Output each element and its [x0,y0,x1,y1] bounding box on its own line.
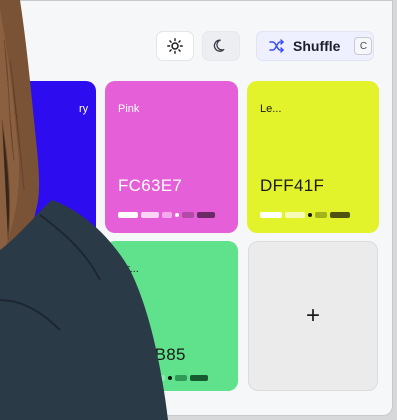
swatch-hex[interactable]: DFF41F [260,176,324,196]
shuffle-icon [269,39,284,53]
toolbar: Shuffle C [156,31,374,61]
shuffle-button[interactable]: Shuffle C [256,31,374,61]
swatch-name: Le... [260,103,282,115]
shuffle-label: Shuffle [293,38,341,54]
shade-bar [118,212,225,218]
swatch-name: Gr... [118,263,139,275]
swatch-hex[interactable]: EB85 [143,345,186,365]
swatch-hex[interactable]: FC63E7 [118,176,182,196]
add-color-button[interactable]: + [248,241,378,391]
shade-bar [260,212,366,218]
sun-icon [167,38,183,54]
palette-panel: Shuffle C ry Pink FC63E7 Le... DFF41F Gr… [0,0,393,416]
swatch-0[interactable]: ry [1,81,96,241]
swatch-name: ry [79,103,89,115]
theme-toggle [156,31,240,61]
plus-icon: + [305,302,320,329]
moon-icon [213,39,225,52]
shuffle-shortcut-key: C [354,37,373,55]
swatch-name: Pink [118,103,140,115]
swatch-pink[interactable]: Pink FC63E7 [105,81,238,233]
swatch-lemon[interactable]: Le... DFF41F [247,81,379,233]
shade-bar [118,375,225,381]
light-mode-button[interactable] [156,31,194,61]
swatch-green[interactable]: Gr... EB85 [105,241,238,391]
dark-mode-button[interactable] [202,31,240,61]
